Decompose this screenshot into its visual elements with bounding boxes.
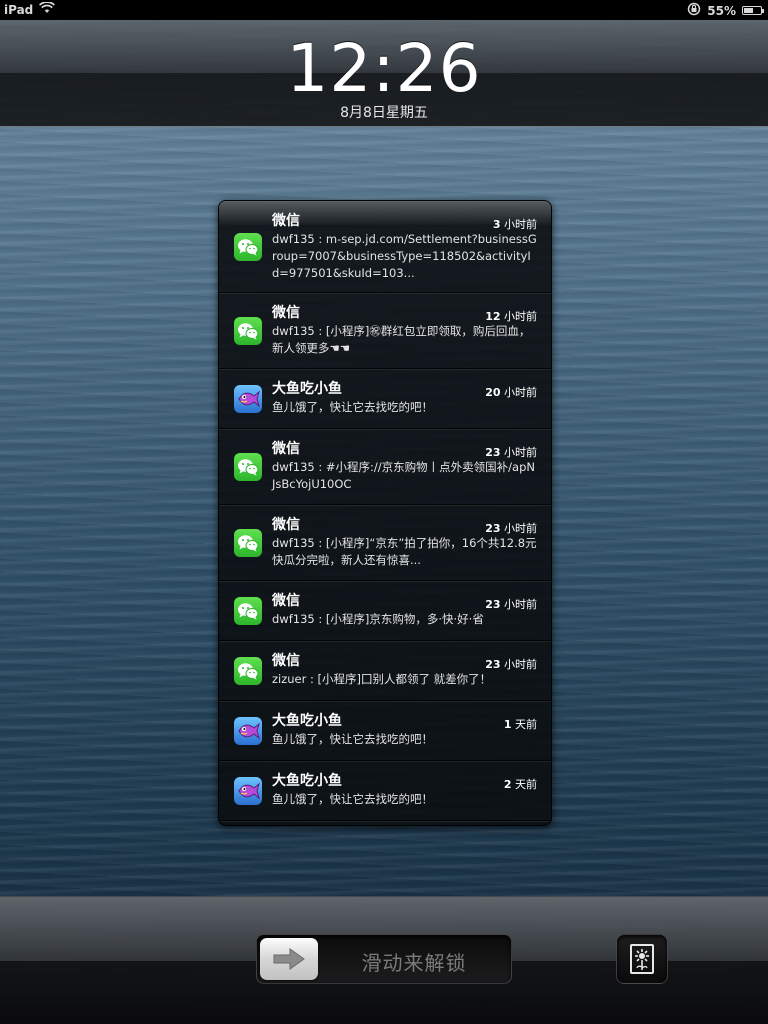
notification-time: 3 小时前	[493, 216, 537, 232]
clock-bar: 12:26 8月8日星期五	[0, 20, 768, 127]
notification-body: 鱼儿饿了，快让它去找吃的吧！	[272, 400, 433, 414]
notification-time-unit: 小时前	[500, 522, 537, 535]
notification-body: zizuer : [小程序]囗别人都领了 就差你了！	[272, 672, 492, 686]
notification-app-name: 大鱼吃小鱼	[272, 713, 342, 729]
notification-item[interactable]: 大鱼吃小鱼 2 天前鱼儿饿了，快让它去找吃的吧！	[219, 761, 551, 821]
fish-icon	[234, 777, 262, 805]
clock-time: 12:26	[286, 30, 482, 107]
notification-time-number: 23	[485, 522, 501, 535]
notification-app-name: 大鱼吃小鱼	[272, 773, 342, 789]
device-name: iPad	[4, 2, 34, 17]
notification-time-number: 1	[503, 718, 512, 731]
notification-time: 23 小时前	[485, 656, 537, 672]
unlock-slider-knob[interactable]	[260, 938, 318, 980]
wifi-icon	[39, 1, 56, 17]
unlock-slider-label: 滑动来解锁	[361, 951, 467, 975]
notification-time: 12 小时前	[485, 308, 537, 324]
wechat-icon	[234, 657, 262, 685]
unlock-slider-track[interactable]: 滑动来解锁	[256, 934, 512, 984]
notification-body: dwf135 : m-sep.jd.com/Settlement?busines…	[272, 232, 537, 280]
notification-item[interactable]: 微信 12 小时前 dwf135 : [小程序]㊗群红包立即领取，购后回血，新人领更…	[219, 293, 551, 369]
notification-item[interactable]: 微信 23 小时前 zizuer : [小程序]囗别人都领了 就差你了！	[219, 641, 551, 701]
notification-time: 23 小时前	[485, 520, 537, 536]
photo-frame-button[interactable]	[616, 934, 668, 984]
status-left: iPad	[4, 1, 56, 17]
notification-item[interactable]: 微信 23 小时前 dwf135 : #小程序://京东购物丨点外卖领国补/apNJ…	[219, 429, 551, 505]
notification-time-unit: 小时前	[500, 446, 537, 459]
notification-time-unit: 小时前	[500, 386, 537, 399]
wechat-icon	[234, 453, 262, 481]
battery-percent: 55%	[707, 3, 736, 18]
notification-time-unit: 天前	[511, 718, 537, 731]
notification-time-number: 23	[485, 658, 501, 671]
notification-time: 1 天前	[504, 716, 537, 732]
notification-time: 2 天前	[504, 776, 537, 792]
notification-item[interactable]: 大鱼吃小鱼 20 小时前 鱼儿饿了，快让它去找吃的吧！	[219, 369, 551, 429]
notification-time: 23 小时前	[485, 444, 537, 460]
notification-time-number: 23	[485, 598, 501, 611]
notification-item[interactable]: 微信 23 小时前 dwf135 : [小程序]京东购物，多·快·好·省	[219, 581, 551, 641]
fish-icon	[234, 385, 262, 413]
notification-time-number: 23	[485, 446, 501, 459]
notification-time-number: 3	[492, 218, 501, 231]
notification-time-unit: 小时前	[500, 658, 537, 671]
clock-date: 8月8日星期五	[340, 105, 428, 121]
status-bar: iPad 55%	[0, 0, 768, 20]
notification-body: dwf135 : [小程序]“京东”拍了拍你，16个共12.8元快瓜分完啦，新人…	[272, 536, 537, 567]
lock-screen: iPad 55% 12:26 8月8日星期五 微信 3 小时前 dwf135:…	[0, 0, 768, 1024]
notification-body: dwf135 : [小程序]京东购物，多·快·好·省	[272, 612, 484, 626]
battery-level	[744, 8, 753, 13]
wechat-icon	[234, 233, 262, 261]
notification-time-unit: 天前	[511, 778, 537, 791]
notification-time-number: 12	[485, 310, 501, 323]
fish-icon	[234, 717, 262, 745]
notification-time: 20 小时前	[485, 384, 537, 400]
wechat-icon	[234, 317, 262, 345]
notification-body: 鱼儿饿了，快让它去找吃的吧！	[272, 732, 433, 746]
notification-item[interactable]: 大鱼吃小鱼 1 天前鱼儿饿了，快让它去找吃的吧！	[219, 701, 551, 761]
notification-time-number: 20	[485, 386, 501, 399]
rotation-lock-icon	[687, 2, 701, 19]
notification-item[interactable]: 微信 3 小时前 dwf135 : m-sep.jd.com/Settlement?…	[219, 201, 551, 293]
notification-list: 微信 3 小时前 dwf135 : m-sep.jd.com/Settlement?…	[219, 201, 551, 821]
notification-panel: 微信 3 小时前 dwf135 : m-sep.jd.com/Settlement?…	[218, 200, 552, 826]
notification-body: 鱼儿饿了，快让它去找吃的吧！	[272, 792, 433, 806]
notification-body: dwf135 : [小程序]㊗群红包立即领取，购后回血，新人领更多☚☚	[272, 324, 531, 355]
notification-time-unit: 小时前	[500, 310, 537, 323]
unlock-bar: 滑动来解锁	[0, 896, 768, 1024]
notification-body: dwf135 : #小程序://京东购物丨点外卖领国补/apNJsBcYojU1…	[272, 460, 535, 491]
battery-icon	[742, 6, 764, 15]
notification-time: 23 小时前	[485, 596, 537, 612]
notification-time-number: 2	[503, 778, 512, 791]
notification-time-unit: 小时前	[500, 218, 537, 231]
status-right: 55%	[687, 2, 764, 19]
wechat-icon	[234, 597, 262, 625]
wechat-icon	[234, 529, 262, 557]
notification-item[interactable]: 微信 23 小时前 dwf135 : [小程序]“京东”拍了拍你，16个共12.8元…	[219, 505, 551, 581]
notification-time-unit: 小时前	[500, 598, 537, 611]
